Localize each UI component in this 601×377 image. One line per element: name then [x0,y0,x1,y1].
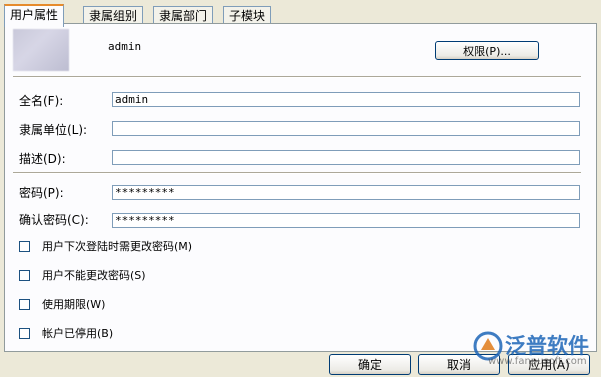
fullname-input[interactable]: admin [112,92,580,107]
permissions-button[interactable]: 权限(P)... [435,41,539,60]
avatar [13,29,69,71]
checkbox-label: 使用期限(W) [42,298,106,311]
checkbox-cannot-change-password[interactable]: 用户不能更改密码(S) [19,267,146,283]
checkbox[interactable] [19,240,30,252]
tab-user-properties[interactable]: 用户属性 [4,4,65,27]
description-input[interactable] [112,150,580,165]
username-label: admin [108,40,142,53]
user-properties-panel: admin 权限(P)... 全名(F): admin 隶属单位(L): 描述(… [4,23,597,352]
unit-label: 隶属单位(L): [19,123,88,137]
separator [13,172,581,174]
confirm-password-input[interactable]: ********* [112,213,580,228]
ok-button[interactable]: 确定 [329,354,411,375]
checkbox-account-disabled[interactable]: 帐户已停用(B) [19,325,113,341]
watermark-logo: 泛普软件 www.fanpusoft.com [470,328,598,372]
confirm-password-label: 确认密码(C): [19,213,89,227]
checkbox-label: 帐户已停用(B) [42,327,114,340]
fullname-label: 全名(F): [19,94,64,108]
checkbox[interactable] [19,327,30,339]
checkbox[interactable] [19,269,30,281]
password-label: 密码(P): [19,186,64,200]
separator [13,76,581,78]
checkbox-use-expiry[interactable]: 使用期限(W) [19,296,105,312]
watermark-url: www.fanpusoft.com [488,356,587,367]
checkbox-must-change-password[interactable]: 用户下次登陆时需更改密码(M) [19,238,192,254]
description-label: 描述(D): [19,152,66,166]
checkbox[interactable] [19,298,30,310]
checkbox-label: 用户下次登陆时需更改密码(M) [42,240,193,253]
password-input[interactable]: ********* [112,185,580,200]
unit-input[interactable] [112,121,580,136]
checkbox-label: 用户不能更改密码(S) [42,269,146,282]
